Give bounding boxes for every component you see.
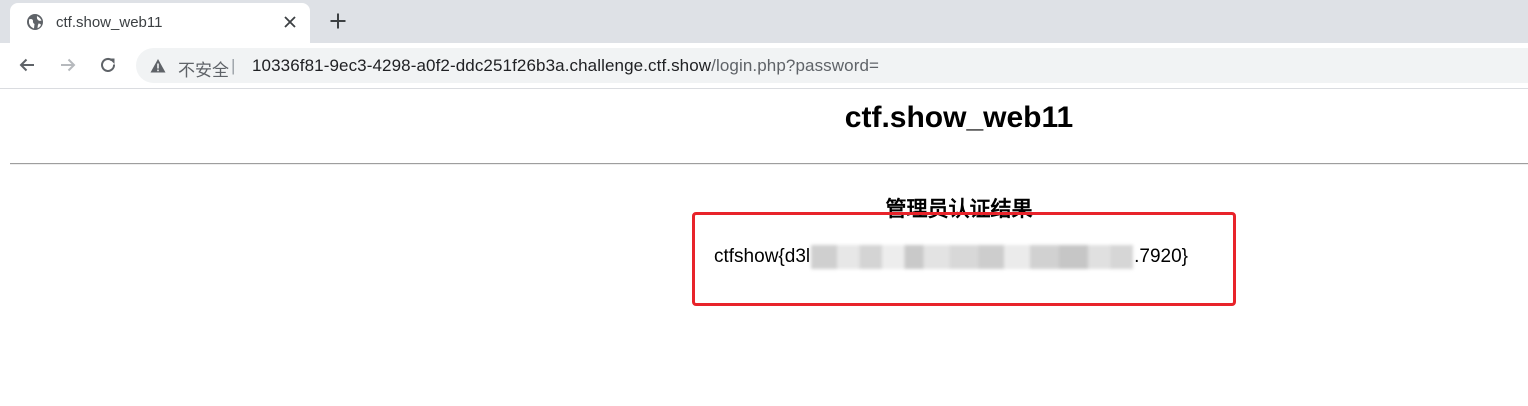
plus-icon (330, 13, 346, 29)
browser-toolbar: 不安全 | 10336f81-9ec3-4298-a0f2-ddc251f26b… (0, 43, 1528, 89)
url-host: 10336f81-9ec3-4298-a0f2-ddc251f26b3a.cha… (252, 56, 712, 75)
back-button[interactable] (14, 52, 40, 78)
arrow-left-icon (19, 58, 34, 72)
tab-strip: ctf.show_web11 (0, 0, 1528, 43)
reload-button[interactable] (95, 52, 121, 78)
reload-icon (101, 57, 115, 72)
new-tab-button[interactable] (326, 9, 350, 33)
warning-triangle-icon (150, 59, 166, 73)
url-path: /login.php?password= (711, 56, 880, 75)
highlight-annotation-box (692, 212, 1236, 306)
browser-tab[interactable]: ctf.show_web11 (10, 3, 310, 43)
security-label[interactable]: 不安全 (178, 56, 229, 81)
forward-button[interactable] (55, 52, 81, 78)
page-title: ctf.show_web11 (844, 101, 1074, 134)
url-text[interactable]: 10336f81-9ec3-4298-a0f2-ddc251f26b3a.cha… (252, 56, 879, 76)
security-separator: | (231, 56, 236, 75)
arrow-right-icon (61, 58, 76, 72)
close-icon[interactable] (280, 12, 300, 32)
tab-title: ctf.show_web11 (56, 14, 163, 31)
globe-icon (27, 14, 43, 30)
address-bar[interactable]: 不安全 | 10336f81-9ec3-4298-a0f2-ddc251f26b… (136, 48, 1528, 83)
horizontal-rule (10, 163, 1528, 165)
